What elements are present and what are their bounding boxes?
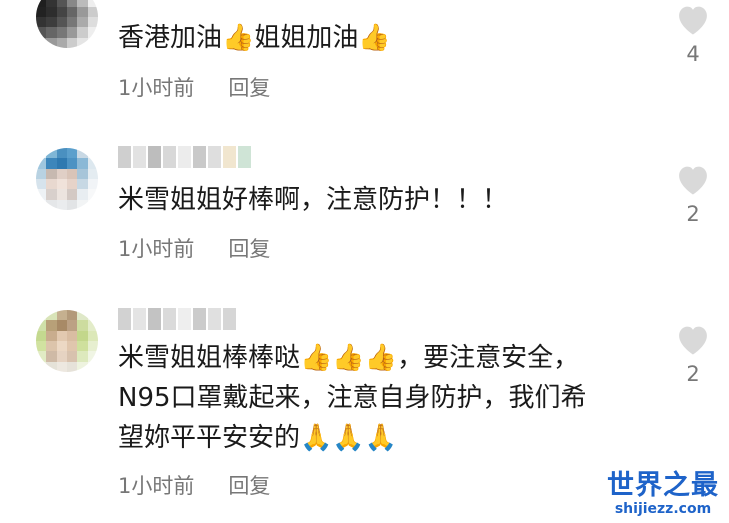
like-count: 2 — [686, 362, 700, 386]
username — [118, 308, 236, 330]
watermark-logo: 世界之最 shijiezz.com — [607, 470, 719, 518]
like-count: 4 — [686, 42, 700, 66]
heart-icon — [679, 166, 707, 195]
watermark-url: shijiezz.com — [614, 501, 712, 517]
avatar[interactable] — [36, 148, 98, 210]
watermark-main-text: 世界之最 — [607, 470, 719, 501]
reply-button[interactable]: 回复 — [228, 470, 270, 500]
avatar[interactable] — [36, 0, 98, 48]
reply-button[interactable]: 回复 — [228, 233, 270, 263]
like-count: 2 — [686, 202, 700, 226]
comment-text: 米雪姐姐好棒啊，注意防护！！！ — [118, 185, 509, 215]
comment-time: 1小时前 — [118, 474, 195, 498]
like-button[interactable]: 2 — [672, 322, 714, 386]
comment-text: 米雪姐姐棒棒哒👍👍👍，要注意安全， N95口罩戴起来，注意自身防护，我们希 望妳… — [118, 343, 587, 453]
avatar[interactable] — [36, 310, 98, 372]
heart-icon — [679, 326, 707, 355]
like-button[interactable]: 2 — [672, 162, 714, 226]
like-button[interactable]: 4 — [672, 2, 714, 66]
username — [118, 146, 251, 168]
reply-button[interactable]: 回复 — [228, 72, 270, 102]
comment-text: 香港加油👍姐姐加油👍 — [118, 23, 391, 53]
comment-time: 1小时前 — [118, 76, 195, 100]
comment-time: 1小时前 — [118, 237, 195, 261]
heart-icon — [679, 6, 707, 35]
